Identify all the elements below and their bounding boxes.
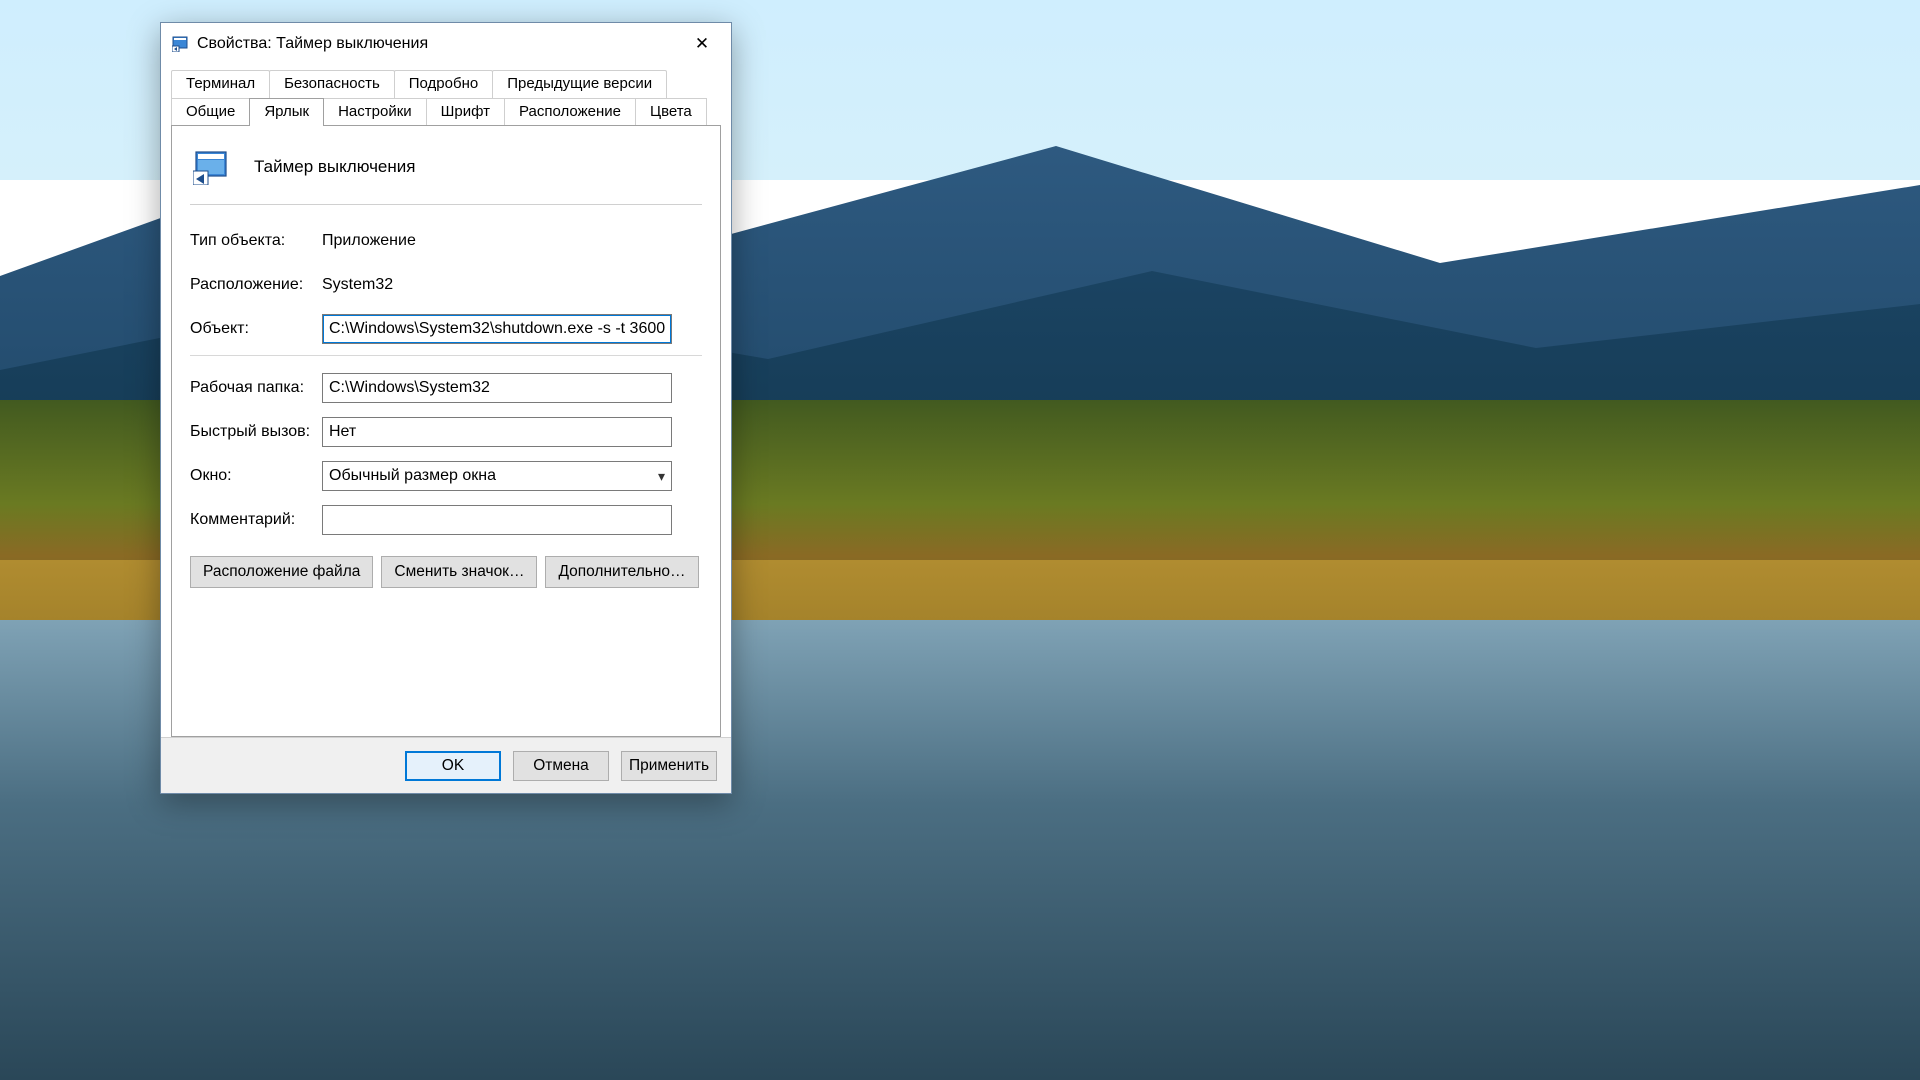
target-input[interactable] (322, 314, 672, 344)
tab-shortcut[interactable]: Ярлык (249, 98, 324, 126)
shortcut-large-icon (192, 148, 230, 186)
desktop-background: Свойства: Таймер выключения ✕ Терминал Б… (0, 0, 1920, 1080)
tab-panel-shortcut: Таймер выключения Тип объекта: Приложени… (171, 125, 721, 737)
label-comment: Комментарий: (190, 511, 322, 529)
open-file-location-button[interactable]: Расположение файла (190, 556, 373, 588)
change-icon-button[interactable]: Сменить значок… (381, 556, 537, 588)
titlebar[interactable]: Свойства: Таймер выключения ✕ (161, 23, 731, 64)
apply-button[interactable]: Применить (621, 751, 717, 781)
run-select-value: Обычный размер окна (329, 467, 496, 485)
dialog-footer: OK Отмена Применить (161, 737, 731, 793)
advanced-button[interactable]: Дополнительно… (545, 556, 698, 588)
close-button[interactable]: ✕ (679, 28, 725, 60)
tab-previous[interactable]: Предыдущие версии (492, 70, 667, 98)
start-in-input[interactable] (322, 373, 672, 403)
tab-terminal[interactable]: Терминал (171, 70, 270, 98)
window-title: Свойства: Таймер выключения (197, 35, 679, 53)
shortcut-properties-icon (171, 35, 189, 53)
label-object-type: Тип объекта: (190, 232, 322, 250)
label-target: Объект: (190, 320, 322, 338)
cancel-button[interactable]: Отмена (513, 751, 609, 781)
tab-options[interactable]: Настройки (323, 98, 427, 126)
tab-layout[interactable]: Расположение (504, 98, 636, 126)
label-location: Расположение: (190, 276, 322, 294)
run-select[interactable]: Обычный размер окна ▾ (322, 461, 672, 491)
label-hotkey: Быстрый вызов: (190, 423, 322, 441)
tab-colors[interactable]: Цвета (635, 98, 707, 126)
shortcut-name: Таймер выключения (254, 157, 415, 177)
label-start-in: Рабочая папка: (190, 379, 322, 397)
close-icon: ✕ (695, 34, 709, 54)
comment-input[interactable] (322, 505, 672, 535)
tab-general[interactable]: Общие (171, 98, 250, 126)
properties-dialog: Свойства: Таймер выключения ✕ Терминал Б… (160, 22, 732, 794)
tab-row-2: Общие Ярлык Настройки Шрифт Расположение… (171, 98, 721, 126)
ok-button[interactable]: OK (405, 751, 501, 781)
tab-row-1: Терминал Безопасность Подробно Предыдущи… (171, 70, 721, 98)
hotkey-input[interactable] (322, 417, 672, 447)
tab-font[interactable]: Шрифт (426, 98, 505, 126)
tab-strip: Терминал Безопасность Подробно Предыдущи… (161, 64, 731, 737)
shortcut-header: Таймер выключения (190, 144, 702, 205)
separator (190, 355, 702, 356)
chevron-down-icon: ▾ (658, 468, 665, 485)
label-run: Окно: (190, 467, 322, 485)
tab-details[interactable]: Подробно (394, 70, 493, 98)
value-object-type: Приложение (322, 232, 416, 250)
value-location: System32 (322, 276, 393, 294)
tab-security[interactable]: Безопасность (269, 70, 395, 98)
